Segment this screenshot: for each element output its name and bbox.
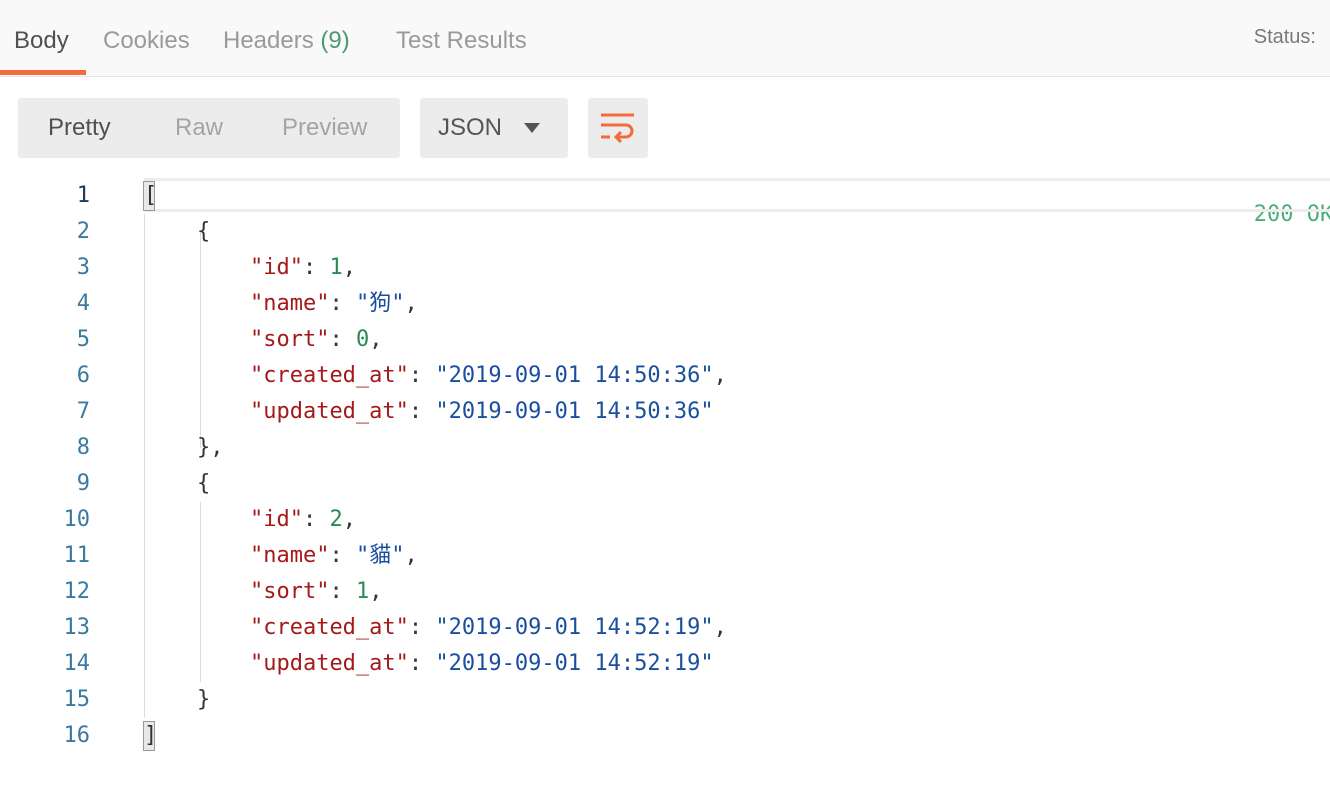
code-text: [ [144,183,158,208]
code-text: { [144,471,211,496]
code-text: "sort": 1, [249,579,383,604]
code-line: 5 "sort": 0, [0,322,1330,358]
tab-headers[interactable]: Headers (9) [223,26,350,72]
code-line: 16] [0,718,1330,754]
response-status: Status: 200 OK [1253,24,1330,227]
code-text: }, [144,435,224,460]
code-line: 7 "updated_at": "2019-09-01 14:50:36" [0,394,1330,430]
line-number: 12 [63,579,91,604]
line-number: 3 [76,255,90,280]
line-number: 8 [76,435,90,460]
tab-headers-label: Headers [223,27,314,54]
line-number: 16 [63,723,91,748]
line-number: 14 [63,651,91,676]
line-number: 1 [76,183,90,208]
code-text: "created_at": "2019-09-01 14:52:19", [249,615,727,640]
tab-test-results[interactable]: Test Results [396,26,527,72]
tab-body-label: Body [14,27,69,54]
line-number: 7 [76,399,90,424]
code-line: 13 "created_at": "2019-09-01 14:52:19", [0,610,1330,646]
chevron-down-icon [524,123,540,133]
wrap-lines-icon [601,113,634,144]
active-tab-underline [0,70,86,75]
tab-cookies[interactable]: Cookies [103,26,190,72]
code-text: "sort": 0, [249,327,383,352]
line-number: 10 [63,507,91,532]
code-text: "id": 2, [249,507,356,532]
code-text: { [144,219,211,244]
wrap-lines-button[interactable] [588,98,648,158]
view-mode-group: Pretty Raw Preview [18,98,400,158]
code-line: 10 "id": 2, [0,502,1330,538]
code-line: 3 "id": 1, [0,250,1330,286]
code-line: 11 "name": "貓", [0,538,1330,574]
line-number: 2 [76,219,90,244]
code-line: 4 "name": "狗", [0,286,1330,322]
tab-headers-count: (9) [320,27,350,54]
code-line: 14 "updated_at": "2019-09-01 14:52:19" [0,646,1330,682]
code-line: 2 { [0,214,1330,250]
line-number: 11 [63,543,91,568]
line-number: 6 [76,363,90,388]
line-number: 5 [76,327,90,352]
code-text: "created_at": "2019-09-01 14:50:36", [249,363,727,388]
code-text: } [144,687,211,712]
format-select[interactable]: JSON [420,98,568,158]
code-line: 15 } [0,682,1330,718]
preview-button[interactable]: Preview [282,98,367,158]
code-line: 8 }, [0,430,1330,466]
tab-cookies-label: Cookies [103,27,190,54]
tab-test-results-label: Test Results [396,27,527,54]
code-text: "updated_at": "2019-09-01 14:52:19" [249,651,714,676]
response-body-viewer[interactable]: 1[2 {3 "id": 1, 4 "name": "狗", 5 "sort": 0… [0,178,1330,782]
code-text: "updated_at": "2019-09-01 14:50:36" [249,399,714,424]
code-text: "id": 1, [249,255,356,280]
line-number: 15 [63,687,91,712]
code-text: "name": "貓", [249,543,418,568]
code-line: 9 { [0,466,1330,502]
response-tabbar: Body Cookies Headers (9) Test Results St… [0,0,1330,227]
line-number: 13 [63,615,91,640]
tab-body[interactable]: Body [14,26,69,72]
line-number: 9 [76,471,90,496]
raw-button[interactable]: Raw [175,98,223,158]
code-line: 1[ [0,178,1330,214]
format-select-value: JSON [438,114,503,141]
code-text: "name": "狗", [249,291,418,316]
code-text: ] [144,723,158,748]
code-line: 6 "created_at": "2019-09-01 14:50:36", [0,358,1330,394]
status-label: Status: [1253,26,1316,48]
line-number: 4 [76,291,90,316]
code-line: 12 "sort": 1, [0,574,1330,610]
pretty-button[interactable]: Pretty [48,98,111,158]
